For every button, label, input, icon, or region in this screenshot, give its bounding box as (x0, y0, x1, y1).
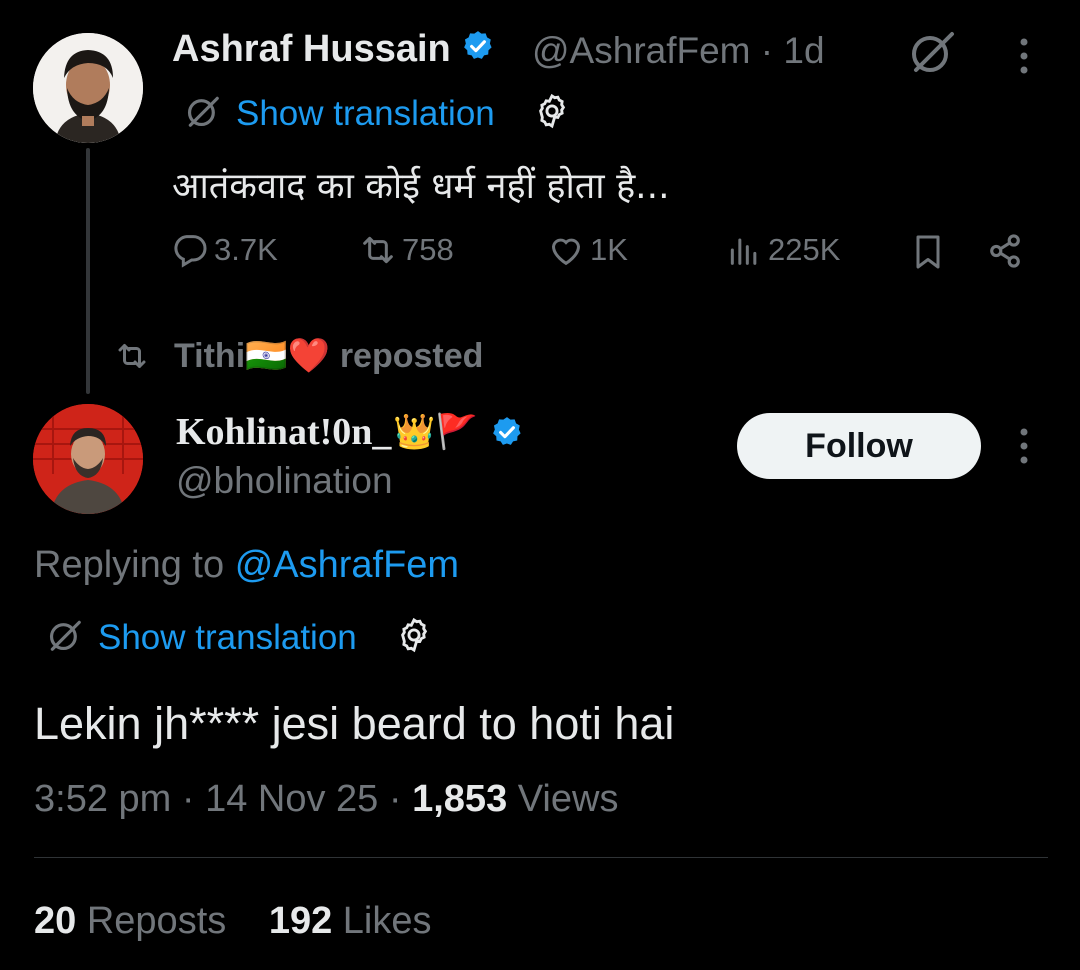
gear-icon[interactable] (533, 92, 571, 135)
share-button[interactable] (984, 230, 1026, 272)
views-button[interactable]: 225K (724, 230, 840, 270)
engagement-stats: 20 Reposts 192 Likes (34, 900, 432, 943)
repost-icon (363, 236, 393, 264)
translate-icon (184, 92, 222, 135)
views-label: Views (517, 778, 619, 820)
views-count: 1,853 (412, 778, 508, 820)
repost-banner[interactable]: Tithi🇮🇳❤️ reposted (112, 336, 483, 376)
like-icon (551, 238, 581, 266)
reply-icon (174, 235, 207, 268)
more-icon[interactable] (1016, 426, 1032, 471)
more-icon[interactable] (1016, 36, 1032, 81)
bookmark-icon (916, 235, 940, 269)
parent-avatar[interactable] (33, 33, 143, 143)
tweet-metadata: 3:52 pm · 14 Nov 25 · 1,853 Views (34, 778, 619, 820)
tweet-time[interactable]: 3:52 pm (34, 778, 171, 820)
reposter-name[interactable]: Tithi🇮🇳❤️ (174, 336, 330, 376)
reposted-label: reposted (339, 336, 484, 375)
show-translation-link[interactable]: Show translation (98, 618, 357, 658)
grok-icon[interactable] (908, 28, 956, 81)
main-avatar[interactable] (33, 404, 143, 514)
repost-icon (118, 344, 146, 368)
likes-stat[interactable]: 192 Likes (269, 900, 432, 942)
parent-tweet-text: आतंकवाद का कोई धर्म नहीं होता है... (172, 166, 670, 207)
tweet-date[interactable]: 14 Nov 25 (205, 778, 378, 820)
gear-icon[interactable] (395, 616, 433, 659)
replying-to: Replying to @AshrafFem (34, 544, 460, 586)
verified-badge-icon (490, 415, 524, 449)
replying-handle-link[interactable]: @AshrafFem (235, 544, 459, 586)
parent-handle-time[interactable]: @AshrafFem · 1d (532, 30, 825, 72)
bookmark-button[interactable] (908, 230, 948, 274)
reply-button[interactable]: 3.7K (170, 230, 278, 270)
main-tweet-text: Lekin jh**** jesi beard to hoti hai (34, 698, 675, 749)
repost-button[interactable]: 758 (356, 230, 454, 270)
share-icon (990, 234, 1020, 268)
show-translation-link[interactable]: Show translation (236, 94, 495, 134)
parent-author-name[interactable]: Ashraf Hussain (172, 28, 495, 73)
parent-action-bar: 3.7K 758 1K 225K (170, 230, 1030, 280)
thread-line (86, 148, 90, 394)
main-handle[interactable]: @bholination (176, 460, 393, 502)
translate-icon (46, 616, 84, 659)
main-author-name[interactable]: Kohlinat!0n_ 👑🚩 (176, 410, 524, 454)
author-emojis: 👑🚩 (393, 412, 479, 452)
main-translation-row: Show translation (46, 616, 433, 659)
like-button[interactable]: 1K (546, 230, 628, 270)
verified-badge-icon (461, 29, 495, 73)
reposts-stat[interactable]: 20 Reposts (34, 900, 237, 942)
parent-translation-row: Show translation (184, 92, 571, 135)
views-icon (730, 238, 757, 265)
divider (34, 857, 1048, 858)
follow-button[interactable]: Follow (737, 413, 981, 479)
